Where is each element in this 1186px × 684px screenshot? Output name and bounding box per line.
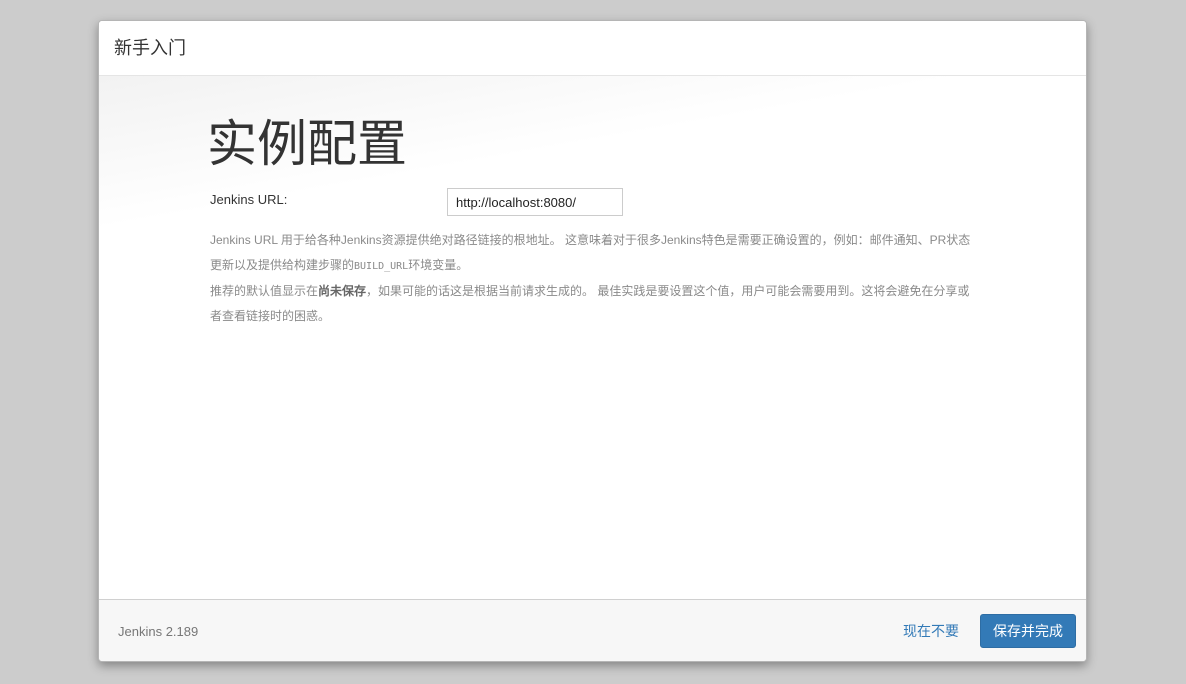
jenkins-url-input[interactable]: [447, 188, 623, 216]
dialog-title: 新手入门: [114, 38, 186, 58]
page-title: 实例配置: [207, 116, 407, 172]
help-paragraph-1: Jenkins URL 用于给各种Jenkins资源提供绝对路径链接的根地址。 …: [210, 228, 980, 279]
help-text-segment: Jenkins URL 用于给各种Jenkins资源提供绝对路径链接的根地址。 …: [210, 233, 971, 272]
jenkins-version: Jenkins 2.189: [118, 624, 199, 639]
not-saved-emphasis: 尚未保存: [318, 284, 367, 298]
build-url-code: BUILD_URL: [354, 261, 409, 272]
setup-dialog: 新手入门 实例配置 Jenkins URL: Jenkins URL 用于给各种…: [98, 20, 1087, 662]
dialog-header: 新手入门: [99, 21, 1086, 76]
help-text: Jenkins URL 用于给各种Jenkins资源提供绝对路径链接的根地址。 …: [210, 228, 980, 329]
help-text-segment: 推荐的默认值显示在: [210, 284, 319, 298]
help-text-segment: 环境变量。: [408, 258, 469, 272]
skip-link[interactable]: 现在不要: [903, 621, 959, 641]
help-paragraph-2: 推荐的默认值显示在尚未保存，如果可能的话这是根据当前请求生成的。 最佳实践是要设…: [210, 279, 980, 329]
dialog-footer: Jenkins 2.189 现在不要 保存并完成: [99, 599, 1086, 661]
jenkins-url-label: Jenkins URL:: [210, 192, 288, 207]
dialog-body: 实例配置 Jenkins URL: Jenkins URL 用于给各种Jenki…: [99, 76, 1086, 600]
save-and-finish-button[interactable]: 保存并完成: [980, 614, 1076, 648]
